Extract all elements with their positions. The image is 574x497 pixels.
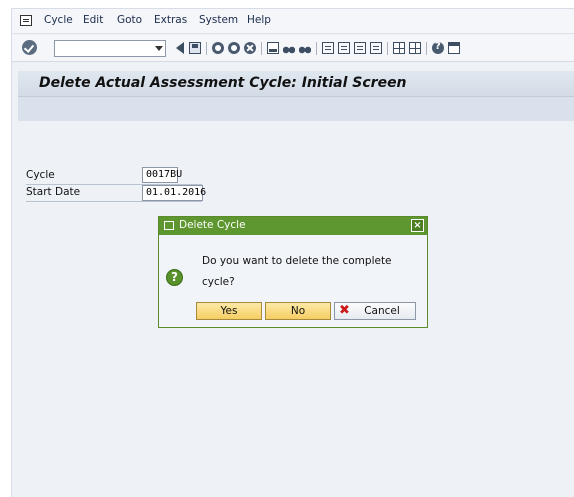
dialog-message: Do you want to delete the complete cycle… — [202, 255, 392, 288]
back-arrow-icon[interactable] — [176, 42, 184, 54]
cancel-icon[interactable] — [244, 42, 256, 54]
field-underline — [26, 201, 202, 202]
next-page-icon[interactable] — [354, 42, 366, 54]
first-page-icon[interactable] — [322, 42, 334, 54]
command-dropdown-icon[interactable] — [155, 46, 163, 51]
delete-cycle-dialog: Delete Cycle × ? Do you want to delete t… — [158, 216, 428, 328]
last-page-icon[interactable] — [370, 42, 382, 54]
shortcut-icon[interactable] — [409, 42, 421, 54]
layout-menu-icon[interactable] — [448, 42, 460, 54]
toolbar-separator — [261, 42, 262, 55]
help-icon[interactable] — [432, 41, 444, 54]
menu-edit[interactable]: Edit — [83, 14, 103, 26]
back-icon[interactable] — [212, 42, 224, 54]
menu-help[interactable]: Help — [247, 14, 271, 26]
toolbar-separator — [387, 42, 388, 55]
enter-check-icon[interactable] — [22, 40, 37, 55]
menu-goto[interactable]: Goto — [117, 14, 142, 26]
print-icon[interactable] — [267, 42, 279, 54]
start-date-field[interactable]: 01.01.2016 — [142, 185, 206, 201]
toolbar-separator — [316, 42, 317, 55]
yes-button[interactable]: Yes — [196, 302, 262, 320]
find-next-icon[interactable] — [299, 42, 311, 54]
menu-cycle[interactable]: Cycle — [44, 14, 73, 26]
menu-icon[interactable] — [20, 15, 32, 26]
start-date-label: Start Date — [26, 186, 81, 198]
previous-page-icon[interactable] — [338, 42, 350, 54]
exit-icon[interactable] — [228, 42, 240, 54]
toolbar-separator — [206, 42, 207, 55]
toolbar-separator — [426, 42, 427, 55]
sap-window: Cycle Edit Goto Extras System Help ? Del… — [11, 8, 574, 497]
dialog-title: Delete Cycle — [179, 219, 246, 231]
no-button[interactable]: No — [265, 302, 331, 320]
save-icon[interactable] — [189, 42, 201, 54]
cancel-button[interactable]: ✖ Cancel — [334, 302, 416, 320]
cancel-x-icon: ✖ — [339, 303, 350, 318]
dialog-title-bar: Delete Cycle × — [159, 217, 427, 235]
command-field[interactable] — [54, 40, 166, 57]
screen-title-bar: Delete Actual Assessment Cycle: Initial … — [18, 71, 574, 97]
close-icon[interactable]: × — [411, 219, 424, 232]
application-toolbar — [18, 97, 574, 121]
cancel-button-label: Cancel — [364, 305, 400, 317]
create-session-icon[interactable] — [393, 42, 405, 54]
page-title: Delete Actual Assessment Cycle: Initial … — [39, 75, 407, 91]
cycle-field[interactable]: 0017BU — [142, 167, 182, 183]
menu-system[interactable]: System — [199, 14, 238, 26]
dialog-window-icon — [164, 221, 174, 230]
find-icon[interactable] — [283, 42, 295, 54]
cycle-label: Cycle — [26, 169, 55, 181]
menu-bar: Cycle Edit Goto Extras System Help — [12, 9, 574, 34]
question-icon: ? — [166, 269, 183, 286]
standard-toolbar — [12, 35, 574, 62]
menu-extras[interactable]: Extras — [154, 14, 187, 26]
